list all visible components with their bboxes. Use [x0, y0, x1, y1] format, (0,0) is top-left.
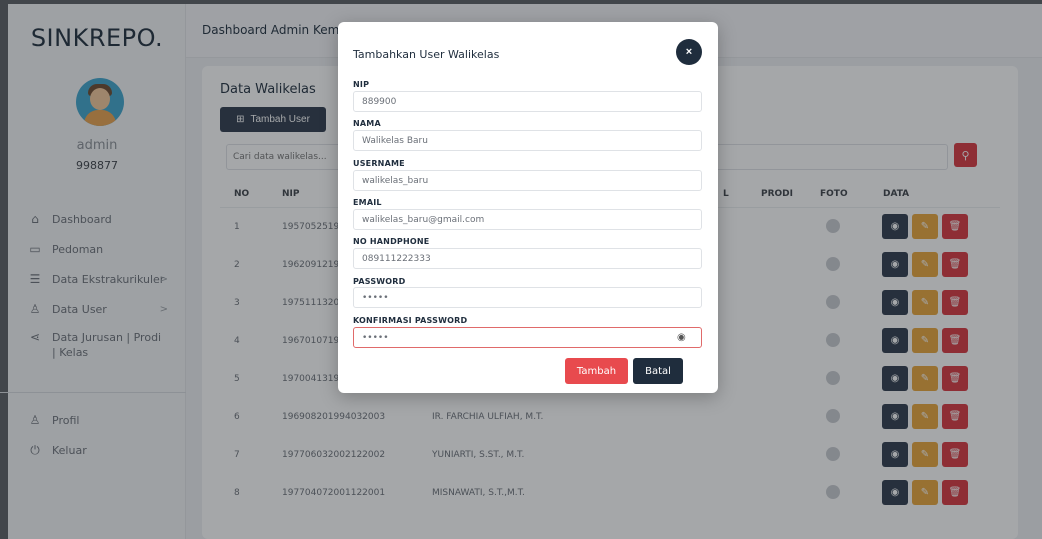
username-label: USERNAME: [353, 159, 405, 168]
username-field[interactable]: [353, 170, 702, 191]
close-button[interactable]: ×: [676, 39, 702, 65]
cancel-button[interactable]: Batal: [633, 358, 683, 384]
password-label: PASSWORD: [353, 277, 406, 286]
nama-label: NAMA: [353, 119, 381, 128]
password-field[interactable]: [353, 287, 702, 308]
submit-button[interactable]: Tambah: [565, 358, 628, 384]
phone-field[interactable]: [353, 248, 702, 269]
phone-label: NO HANDPHONE: [353, 237, 430, 246]
eye-icon[interactable]: ◉: [677, 332, 686, 343]
nip-label: NIP: [353, 80, 370, 89]
confirm-password-label: KONFIRMASI PASSWORD: [353, 316, 468, 325]
email-field[interactable]: [353, 209, 702, 230]
email-label: EMAIL: [353, 198, 382, 207]
confirm-password-field[interactable]: [353, 327, 702, 348]
close-icon: ×: [685, 46, 693, 58]
add-walikelas-modal: Tambahkan User Walikelas × NIP NAMA USER…: [338, 22, 718, 393]
nip-field[interactable]: [353, 91, 702, 112]
modal-title: Tambahkan User Walikelas: [353, 48, 500, 61]
nama-field[interactable]: [353, 130, 702, 151]
